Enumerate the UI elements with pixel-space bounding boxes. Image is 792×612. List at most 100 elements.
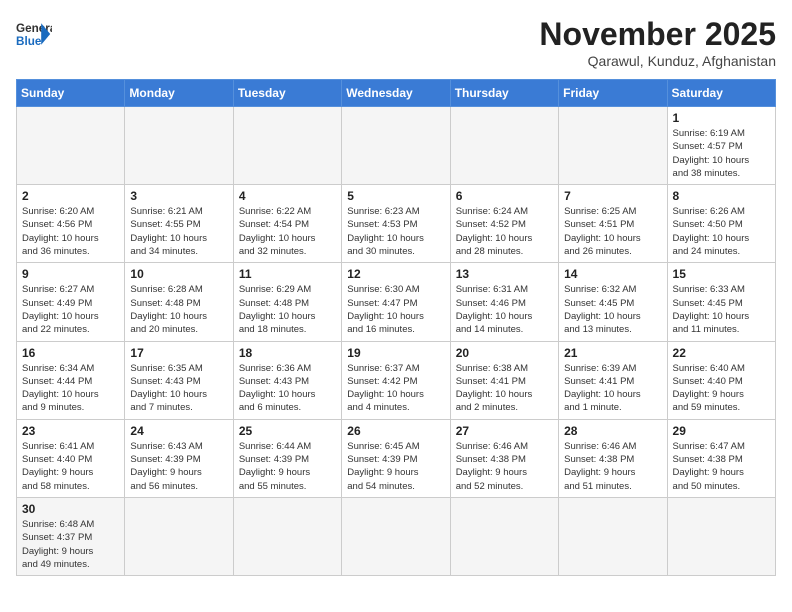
day-number: 18	[239, 346, 336, 360]
weekday-header-saturday: Saturday	[667, 80, 775, 107]
day-number: 14	[564, 267, 661, 281]
calendar-cell	[559, 107, 667, 185]
calendar-cell	[450, 107, 558, 185]
day-number: 3	[130, 189, 227, 203]
day-info: Sunrise: 6:24 AM Sunset: 4:52 PM Dayligh…	[456, 205, 553, 258]
day-info: Sunrise: 6:22 AM Sunset: 4:54 PM Dayligh…	[239, 205, 336, 258]
day-number: 7	[564, 189, 661, 203]
day-info: Sunrise: 6:25 AM Sunset: 4:51 PM Dayligh…	[564, 205, 661, 258]
day-number: 1	[673, 111, 770, 125]
calendar-cell: 18Sunrise: 6:36 AM Sunset: 4:43 PM Dayli…	[233, 341, 341, 419]
calendar-cell: 10 Sunrise: 6:28 AM Sunset: 4:48 PM Dayli…	[125, 263, 233, 341]
calendar-cell: 29Sunrise: 6:47 AM Sunset: 4:38 PM Dayli…	[667, 419, 775, 497]
calendar-cell: 2 Sunrise: 6:20 AM Sunset: 4:56 PM Daylig…	[17, 185, 125, 263]
calendar-cell: 9Sunrise: 6:27 AM Sunset: 4:49 PM Daylig…	[17, 263, 125, 341]
calendar-cell	[233, 497, 341, 575]
calendar-cell: 21Sunrise: 6:39 AM Sunset: 4:41 PM Dayli…	[559, 341, 667, 419]
day-number: 23	[22, 424, 119, 438]
logo-icon: General Blue	[16, 16, 52, 52]
calendar-cell: 19Sunrise: 6:37 AM Sunset: 4:42 PM Dayli…	[342, 341, 450, 419]
header: General Blue November 2025 Qarawul, Kund…	[16, 16, 776, 69]
calendar-cell: 12 Sunrise: 6:30 AM Sunset: 4:47 PM Dayli…	[342, 263, 450, 341]
month-title: November 2025	[539, 16, 776, 53]
day-number: 28	[564, 424, 661, 438]
day-info: Sunrise: 6:31 AM Sunset: 4:46 PM Dayligh…	[456, 283, 553, 336]
day-number: 21	[564, 346, 661, 360]
calendar-cell: 20 Sunrise: 6:38 AM Sunset: 4:41 PM Dayli…	[450, 341, 558, 419]
day-info: Sunrise: 6:27 AM Sunset: 4:49 PM Dayligh…	[22, 283, 119, 336]
calendar-cell: 5 Sunrise: 6:23 AM Sunset: 4:53 PM Daylig…	[342, 185, 450, 263]
calendar-cell	[450, 497, 558, 575]
calendar-cell: 6 Sunrise: 6:24 AM Sunset: 4:52 PM Daylig…	[450, 185, 558, 263]
calendar-cell	[342, 497, 450, 575]
day-number: 30	[22, 502, 119, 516]
weekday-header-tuesday: Tuesday	[233, 80, 341, 107]
calendar-cell: 25 Sunrise: 6:44 AM Sunset: 4:39 PM Dayli…	[233, 419, 341, 497]
day-info: Sunrise: 6:35 AM Sunset: 4:43 PM Dayligh…	[130, 362, 227, 415]
calendar-cell: 23 Sunrise: 6:41 AM Sunset: 4:40 PM Dayli…	[17, 419, 125, 497]
calendar-row-3: 16Sunrise: 6:34 AM Sunset: 4:44 PM Dayli…	[17, 341, 776, 419]
calendar-cell: 24 Sunrise: 6:43 AM Sunset: 4:39 PM Dayli…	[125, 419, 233, 497]
day-number: 13	[456, 267, 553, 281]
weekday-header-row: SundayMondayTuesdayWednesdayThursdayFrid…	[17, 80, 776, 107]
day-number: 10	[130, 267, 227, 281]
day-info: Sunrise: 6:20 AM Sunset: 4:56 PM Dayligh…	[22, 205, 119, 258]
day-info: Sunrise: 6:37 AM Sunset: 4:42 PM Dayligh…	[347, 362, 444, 415]
day-number: 25	[239, 424, 336, 438]
day-info: Sunrise: 6:48 AM Sunset: 4:37 PM Dayligh…	[22, 518, 119, 571]
calendar-cell: 16Sunrise: 6:34 AM Sunset: 4:44 PM Dayli…	[17, 341, 125, 419]
day-info: Sunrise: 6:21 AM Sunset: 4:55 PM Dayligh…	[130, 205, 227, 258]
day-info: Sunrise: 6:40 AM Sunset: 4:40 PM Dayligh…	[673, 362, 770, 415]
day-info: Sunrise: 6:46 AM Sunset: 4:38 PM Dayligh…	[456, 440, 553, 493]
calendar-cell	[125, 107, 233, 185]
day-number: 20	[456, 346, 553, 360]
day-info: Sunrise: 6:28 AM Sunset: 4:48 PM Dayligh…	[130, 283, 227, 336]
day-info: Sunrise: 6:43 AM Sunset: 4:39 PM Dayligh…	[130, 440, 227, 493]
calendar-cell: 1 Sunrise: 6:19 AM Sunset: 4:57 PM Daylig…	[667, 107, 775, 185]
day-info: Sunrise: 6:38 AM Sunset: 4:41 PM Dayligh…	[456, 362, 553, 415]
calendar-cell	[125, 497, 233, 575]
calendar: SundayMondayTuesdayWednesdayThursdayFrid…	[16, 79, 776, 576]
day-number: 6	[456, 189, 553, 203]
calendar-cell	[667, 497, 775, 575]
calendar-cell: 26Sunrise: 6:45 AM Sunset: 4:39 PM Dayli…	[342, 419, 450, 497]
day-number: 24	[130, 424, 227, 438]
day-number: 4	[239, 189, 336, 203]
day-info: Sunrise: 6:33 AM Sunset: 4:45 PM Dayligh…	[673, 283, 770, 336]
day-number: 8	[673, 189, 770, 203]
day-info: Sunrise: 6:23 AM Sunset: 4:53 PM Dayligh…	[347, 205, 444, 258]
calendar-cell	[342, 107, 450, 185]
location: Qarawul, Kunduz, Afghanistan	[539, 53, 776, 69]
weekday-header-sunday: Sunday	[17, 80, 125, 107]
calendar-cell: 17 Sunrise: 6:35 AM Sunset: 4:43 PM Dayli…	[125, 341, 233, 419]
day-info: Sunrise: 6:32 AM Sunset: 4:45 PM Dayligh…	[564, 283, 661, 336]
day-number: 15	[673, 267, 770, 281]
calendar-cell: 22Sunrise: 6:40 AM Sunset: 4:40 PM Dayli…	[667, 341, 775, 419]
day-number: 5	[347, 189, 444, 203]
weekday-header-monday: Monday	[125, 80, 233, 107]
calendar-row-4: 23 Sunrise: 6:41 AM Sunset: 4:40 PM Dayli…	[17, 419, 776, 497]
day-info: Sunrise: 6:47 AM Sunset: 4:38 PM Dayligh…	[673, 440, 770, 493]
calendar-cell: 7 Sunrise: 6:25 AM Sunset: 4:51 PM Daylig…	[559, 185, 667, 263]
day-number: 12	[347, 267, 444, 281]
day-info: Sunrise: 6:41 AM Sunset: 4:40 PM Dayligh…	[22, 440, 119, 493]
svg-text:Blue: Blue	[16, 35, 42, 48]
calendar-cell: 13 Sunrise: 6:31 AM Sunset: 4:46 PM Dayli…	[450, 263, 558, 341]
calendar-cell: 15 Sunrise: 6:33 AM Sunset: 4:45 PM Dayli…	[667, 263, 775, 341]
day-info: Sunrise: 6:19 AM Sunset: 4:57 PM Dayligh…	[673, 127, 770, 180]
weekday-header-thursday: Thursday	[450, 80, 558, 107]
day-number: 17	[130, 346, 227, 360]
calendar-row-2: 9Sunrise: 6:27 AM Sunset: 4:49 PM Daylig…	[17, 263, 776, 341]
day-number: 2	[22, 189, 119, 203]
day-info: Sunrise: 6:46 AM Sunset: 4:38 PM Dayligh…	[564, 440, 661, 493]
calendar-cell: 4 Sunrise: 6:22 AM Sunset: 4:54 PM Daylig…	[233, 185, 341, 263]
calendar-cell: 11Sunrise: 6:29 AM Sunset: 4:48 PM Dayli…	[233, 263, 341, 341]
calendar-cell: 28 Sunrise: 6:46 AM Sunset: 4:38 PM Dayli…	[559, 419, 667, 497]
day-info: Sunrise: 6:30 AM Sunset: 4:47 PM Dayligh…	[347, 283, 444, 336]
calendar-row-5: 30 Sunrise: 6:48 AM Sunset: 4:37 PM Dayli…	[17, 497, 776, 575]
day-info: Sunrise: 6:44 AM Sunset: 4:39 PM Dayligh…	[239, 440, 336, 493]
logo: General Blue	[16, 16, 52, 52]
calendar-cell: 3 Sunrise: 6:21 AM Sunset: 4:55 PM Daylig…	[125, 185, 233, 263]
day-info: Sunrise: 6:45 AM Sunset: 4:39 PM Dayligh…	[347, 440, 444, 493]
day-info: Sunrise: 6:29 AM Sunset: 4:48 PM Dayligh…	[239, 283, 336, 336]
